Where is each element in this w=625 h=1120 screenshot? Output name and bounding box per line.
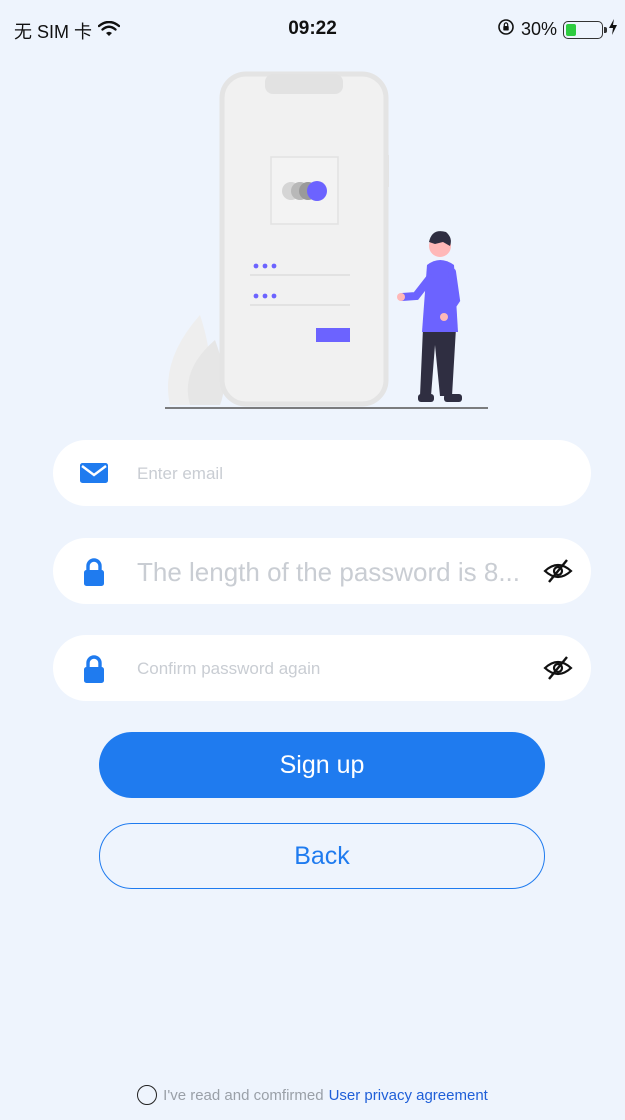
agreement-radio[interactable] bbox=[137, 1085, 158, 1105]
lock-icon bbox=[79, 654, 109, 683]
rotation-lock-icon bbox=[497, 18, 515, 41]
charging-icon bbox=[609, 19, 617, 40]
agreement-text: I've read and comfirmed bbox=[163, 1086, 324, 1104]
password-input[interactable] bbox=[135, 538, 544, 606]
password-field-container bbox=[53, 538, 591, 606]
privacy-agreement-link[interactable]: User privacy agreement bbox=[329, 1087, 488, 1104]
status-bar: 无 SIM 卡 09:22 30% bbox=[0, 14, 625, 48]
lock-icon bbox=[79, 557, 109, 586]
confirm-password-field-container bbox=[53, 635, 591, 703]
mail-icon bbox=[79, 459, 109, 487]
eye-slash-icon[interactable] bbox=[543, 558, 573, 584]
back-button[interactable]: Back bbox=[99, 823, 545, 889]
email-input[interactable] bbox=[135, 440, 539, 508]
eye-slash-icon[interactable] bbox=[543, 655, 573, 681]
battery-percent: 30% bbox=[520, 19, 557, 39]
email-field-container bbox=[53, 440, 591, 508]
battery-icon bbox=[563, 20, 607, 39]
confirm-password-input[interactable] bbox=[135, 635, 539, 703]
signup-illustration bbox=[140, 60, 500, 420]
privacy-agreement-row: I've read and comfirmed User privacy agr… bbox=[0, 1080, 625, 1110]
sign-up-button[interactable]: Sign up bbox=[99, 732, 545, 798]
